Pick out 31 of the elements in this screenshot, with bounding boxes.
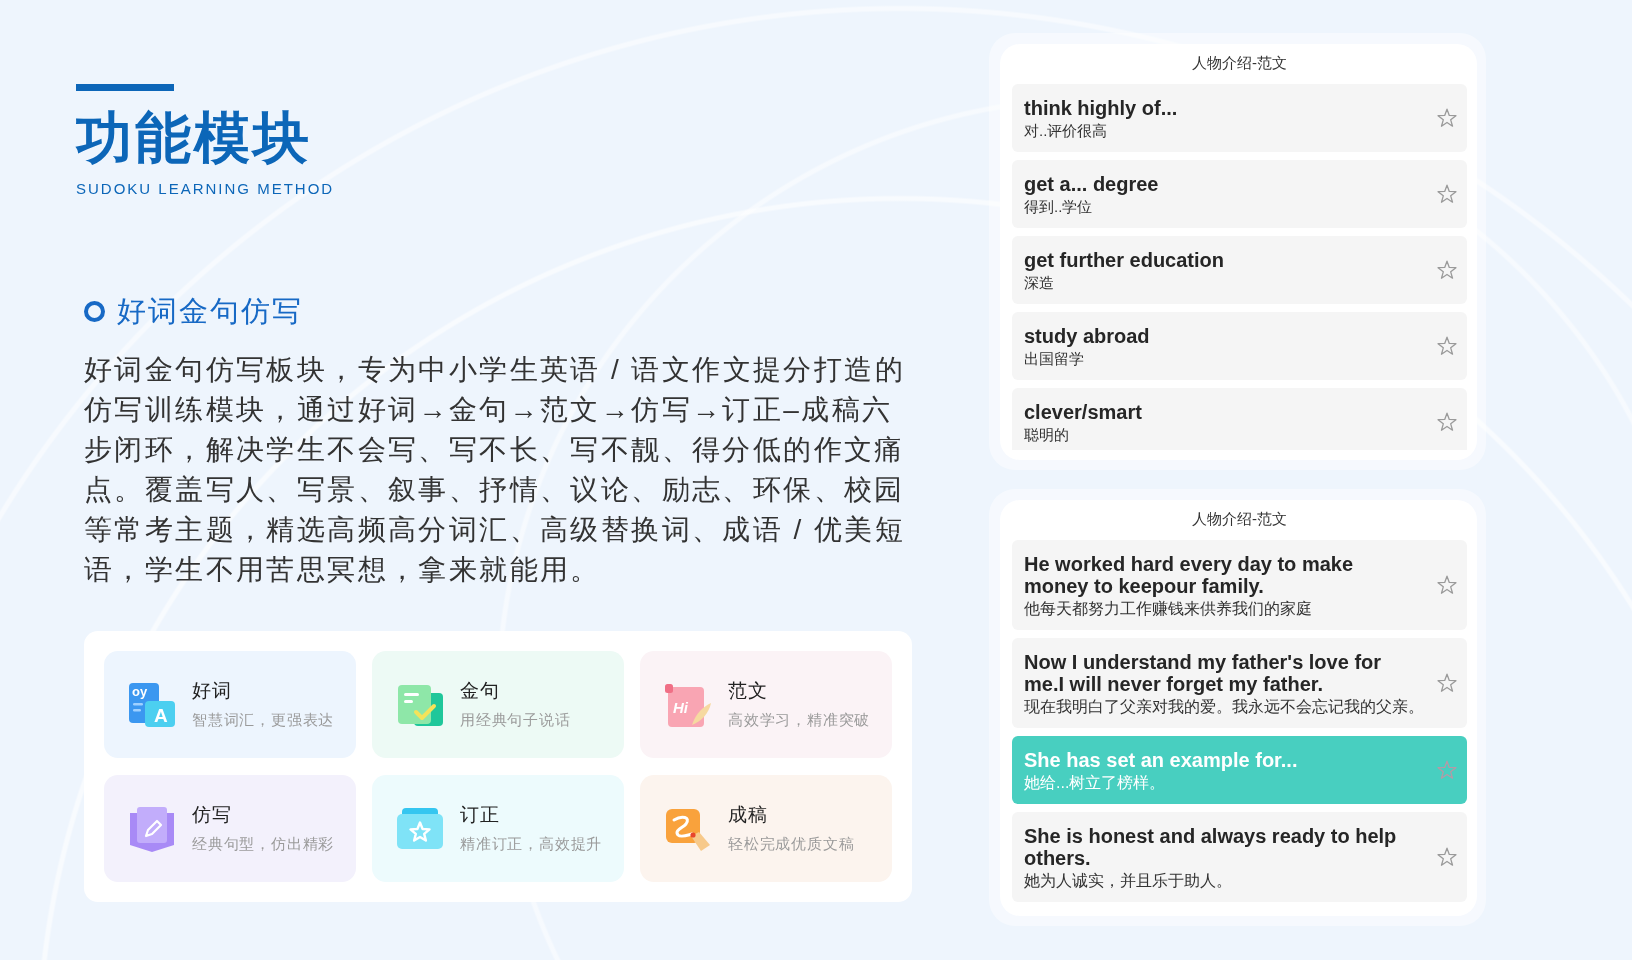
star-icon[interactable]	[1437, 184, 1457, 204]
section-heading: 好词金句仿写	[117, 293, 303, 329]
phrase-item[interactable]: clever/smart 聪明的	[1012, 388, 1467, 450]
section-description: 好词金句仿写板块，专为中小学生英语 / 语文作文提分打造的仿写训练模块，通过好词→金句→范文→仿写→订正–成稿六步闭环，解决学生不会写、写不长、写不靓、得分低的作文痛点。覆盖写人、写景、叙事、抒情、议论、励志、环保、校园等常考主题，精选高频高分词汇、高级替换词、成语 / 优美短语，学生不用苦思冥想，拿来就能用。	[84, 353, 906, 587]
star-icon[interactable]	[1437, 412, 1457, 432]
sentence-item[interactable]: She is honest and always ready to help others. 她为人诚实，并且乐于助人。	[1012, 812, 1467, 902]
phrase-item[interactable]: get a... degree 得到..学位	[1012, 160, 1467, 228]
star-icon[interactable]	[1437, 673, 1457, 693]
module-card[interactable]: 成稿 轻松完成优质文稿	[640, 775, 892, 882]
module-card[interactable]: Hi 范文 高效学习，精准突破	[640, 651, 892, 758]
module-card[interactable]: 订正 精准订正，高效提升	[372, 775, 624, 882]
star-icon[interactable]	[1437, 260, 1457, 280]
panel-title: 人物介绍-范文	[1192, 509, 1287, 529]
star-icon[interactable]	[1437, 108, 1457, 128]
star-icon[interactable]	[1437, 575, 1457, 595]
module-card[interactable]: 仿写 经典句型，仿出精彩	[104, 775, 356, 882]
module-card[interactable]: 金句 用经典句子说话	[372, 651, 624, 758]
sentence-item[interactable]: Now I understand my father's love for me.I will never forget my father. 现在我明白了父亲对我的爱。我永远不会忘记我的父亲。	[1012, 638, 1467, 728]
phrase-item[interactable]: think highly of... 对..评价很高	[1012, 84, 1467, 152]
star-icon[interactable]	[1437, 760, 1457, 780]
ring-icon	[84, 300, 105, 322]
star-icon[interactable]	[1437, 336, 1457, 356]
page-title: 功能模块	[76, 108, 312, 168]
star-icon[interactable]	[1437, 847, 1457, 867]
panel-title: 人物介绍-范文	[1192, 53, 1287, 73]
module-card[interactable]: oy A 好词 智慧词汇，更强表达	[104, 651, 356, 758]
phrase-item[interactable]: get further education 深造	[1012, 236, 1467, 304]
pencil-book-icon	[128, 804, 176, 853]
sentence-item[interactable]: He worked hard every day to make money to keepour family. 他每天都努力工作赚钱来供养我们的家庭	[1012, 540, 1467, 630]
page-subtitle: SUDOKU LEARNING METHOD	[76, 180, 335, 198]
phrase-item[interactable]: study abroad 出国留学	[1012, 312, 1467, 380]
